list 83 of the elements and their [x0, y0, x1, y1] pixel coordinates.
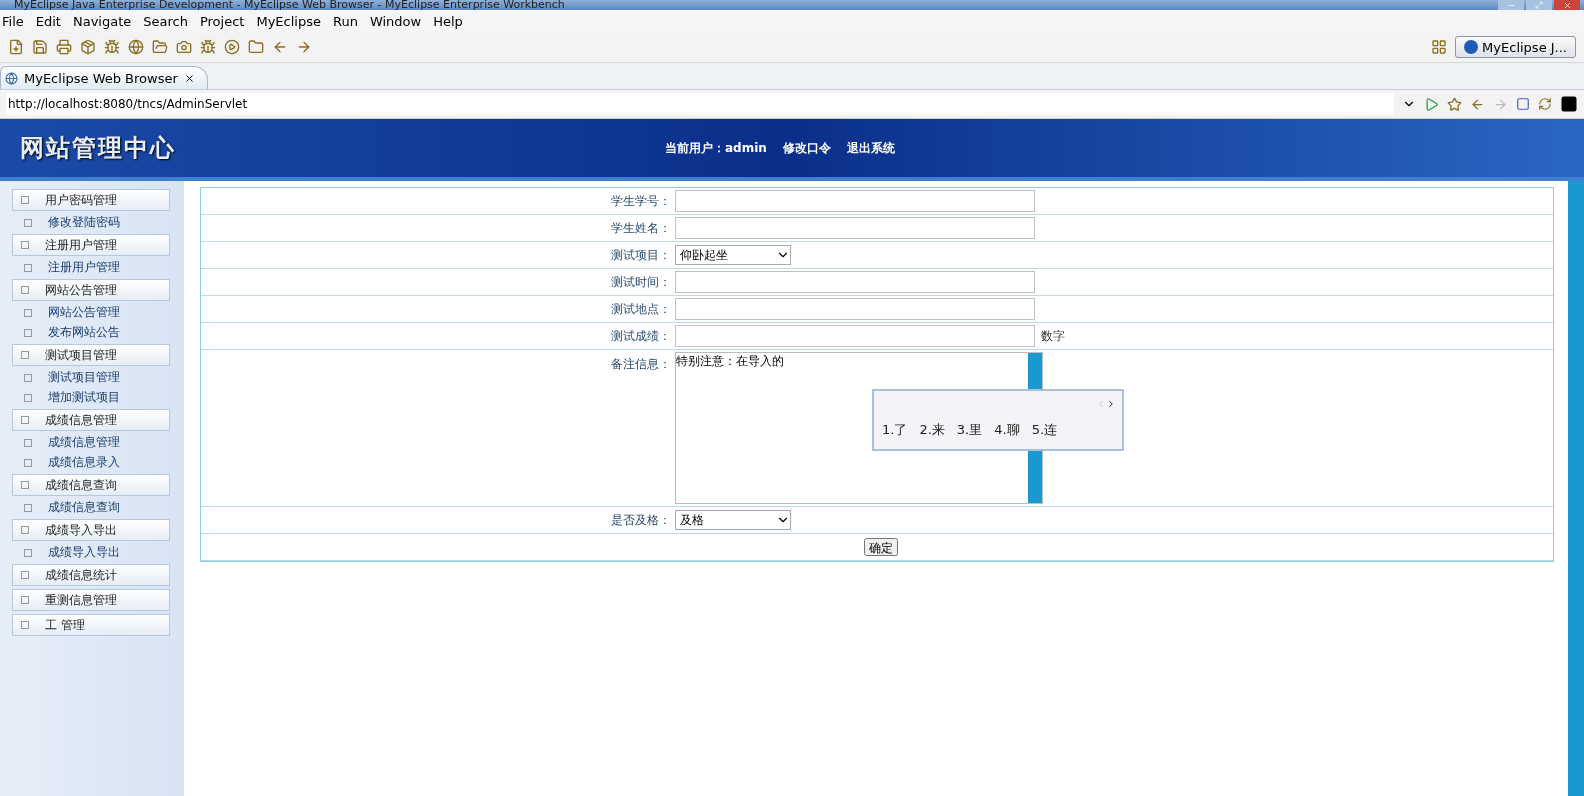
- input-field[interactable]: [675, 271, 1035, 293]
- field-label: 备注信息：: [611, 356, 672, 373]
- sidebar-group[interactable]: 成绩信息管理: [12, 409, 170, 431]
- grid-icon[interactable]: [1431, 39, 1448, 55]
- site-title: 网站管理中心: [20, 133, 177, 164]
- current-user: 当前用户：admin: [665, 139, 767, 157]
- select-field[interactable]: 及格: [675, 510, 791, 530]
- perspective-button[interactable]: MyEclipse J...: [1455, 36, 1576, 58]
- ime-candidate[interactable]: 4.聊: [994, 421, 1020, 439]
- submit-button[interactable]: 确定: [864, 538, 898, 556]
- menu-item[interactable]: MyEclipse: [256, 13, 321, 29]
- square-icon[interactable]: [1560, 95, 1578, 113]
- sidebar-group[interactable]: 工 管理: [12, 614, 170, 636]
- next-page-icon[interactable]: [1106, 399, 1116, 409]
- save-icon[interactable]: [32, 39, 48, 55]
- editor-tab[interactable]: MyEclipse Web Browser: [0, 66, 208, 89]
- menu-item[interactable]: File: [2, 13, 24, 29]
- play-icon[interactable]: [1424, 96, 1439, 112]
- bug-icon[interactable]: [104, 39, 120, 55]
- folder-icon[interactable]: [248, 39, 264, 55]
- menu-item[interactable]: Help: [433, 13, 463, 29]
- field-label: 学生姓名：: [611, 219, 672, 237]
- header-link[interactable]: 修改口令: [782, 139, 831, 157]
- globe-icon: [5, 71, 18, 85]
- sidebar-group[interactable]: 重测信息管理: [12, 589, 170, 611]
- header-link[interactable]: 退出系统: [846, 139, 895, 157]
- stop-icon[interactable]: [1516, 97, 1530, 111]
- sidebar-group[interactable]: 成绩导入导出: [12, 519, 170, 541]
- globe-icon[interactable]: [128, 39, 144, 55]
- menu-item[interactable]: Edit: [35, 13, 61, 29]
- field-hint: 数字: [1041, 327, 1065, 345]
- camera-icon[interactable]: [176, 39, 192, 55]
- sidebar-group[interactable]: 用户密码管理: [12, 189, 170, 211]
- input-field[interactable]: [675, 325, 1035, 347]
- bug-icon[interactable]: [200, 39, 216, 55]
- field-label: 测试时间：: [611, 273, 672, 291]
- input-field[interactable]: [675, 217, 1035, 239]
- sidebar-group[interactable]: 成绩信息统计: [12, 564, 170, 586]
- field-label: 是否及格：: [611, 511, 672, 529]
- scrollbar[interactable]: [1568, 181, 1584, 796]
- refresh-icon[interactable]: [1538, 97, 1552, 111]
- close-icon[interactable]: [183, 72, 195, 84]
- folder-icon[interactable]: [152, 39, 168, 55]
- sidebar-link[interactable]: 成绩信息查询: [12, 499, 180, 516]
- sidebar-link[interactable]: 测试项目管理: [12, 369, 180, 386]
- input-field[interactable]: [675, 298, 1035, 320]
- menu-item[interactable]: Search: [143, 13, 188, 29]
- address-field[interactable]: http://localhost:8080/tncs/AdminServlet: [6, 93, 1394, 115]
- field-label: 测试成绩：: [611, 327, 672, 345]
- field-label: 测试地点：: [611, 300, 672, 318]
- sidebar-link[interactable]: 修改登陆密码: [12, 214, 180, 231]
- sidebar-group[interactable]: 测试项目管理: [12, 344, 170, 366]
- new-file-icon[interactable]: [8, 39, 24, 55]
- sidebar-group[interactable]: 网站公告管理: [12, 279, 170, 301]
- select-field[interactable]: 仰卧起坐: [675, 245, 791, 265]
- field-label: 学生学号：: [611, 192, 672, 210]
- menu-item[interactable]: Navigate: [72, 13, 132, 29]
- sidebar-link[interactable]: 注册用户管理: [12, 259, 180, 276]
- sidebar-group[interactable]: 注册用户管理: [12, 234, 170, 256]
- sidebar-link[interactable]: 成绩信息管理: [12, 434, 180, 451]
- print-icon[interactable]: [56, 39, 72, 55]
- ime-candidate[interactable]: 3.里: [956, 421, 983, 439]
- close-icon: [1562, 0, 1572, 10]
- package-icon[interactable]: [80, 39, 96, 55]
- close-button[interactable]: [1554, 0, 1580, 10]
- input-field[interactable]: [675, 190, 1035, 212]
- menu-item[interactable]: Project: [199, 13, 245, 29]
- sidebar-link[interactable]: 增加测试项目: [12, 389, 180, 406]
- star-icon[interactable]: [1447, 96, 1462, 112]
- back-arrow-icon[interactable]: [272, 39, 288, 55]
- sidebar-group[interactable]: 成绩信息查询: [12, 474, 170, 496]
- menu-item[interactable]: Run: [332, 13, 358, 29]
- sidebar-link[interactable]: 网站公告管理: [12, 304, 180, 321]
- sidebar-link[interactable]: 成绩导入导出: [12, 544, 180, 561]
- ime-candidate[interactable]: 1.了: [882, 421, 908, 439]
- menu-item[interactable]: Window: [369, 13, 422, 29]
- play-icon[interactable]: [224, 39, 240, 55]
- ime-candidate[interactable]: 2.来: [919, 421, 945, 439]
- field-label: 测试项目：: [611, 246, 672, 264]
- sidebar-link[interactable]: 成绩信息录入: [12, 454, 180, 471]
- window-title: MyEclipse Java Enterprise Development - MyEclipse Web Browser - MyEclipse Enterprise Workbench: [14, 0, 565, 10]
- forward-arrow-icon[interactable]: [296, 39, 312, 55]
- sidebar-link[interactable]: 发布网站公告: [12, 324, 180, 341]
